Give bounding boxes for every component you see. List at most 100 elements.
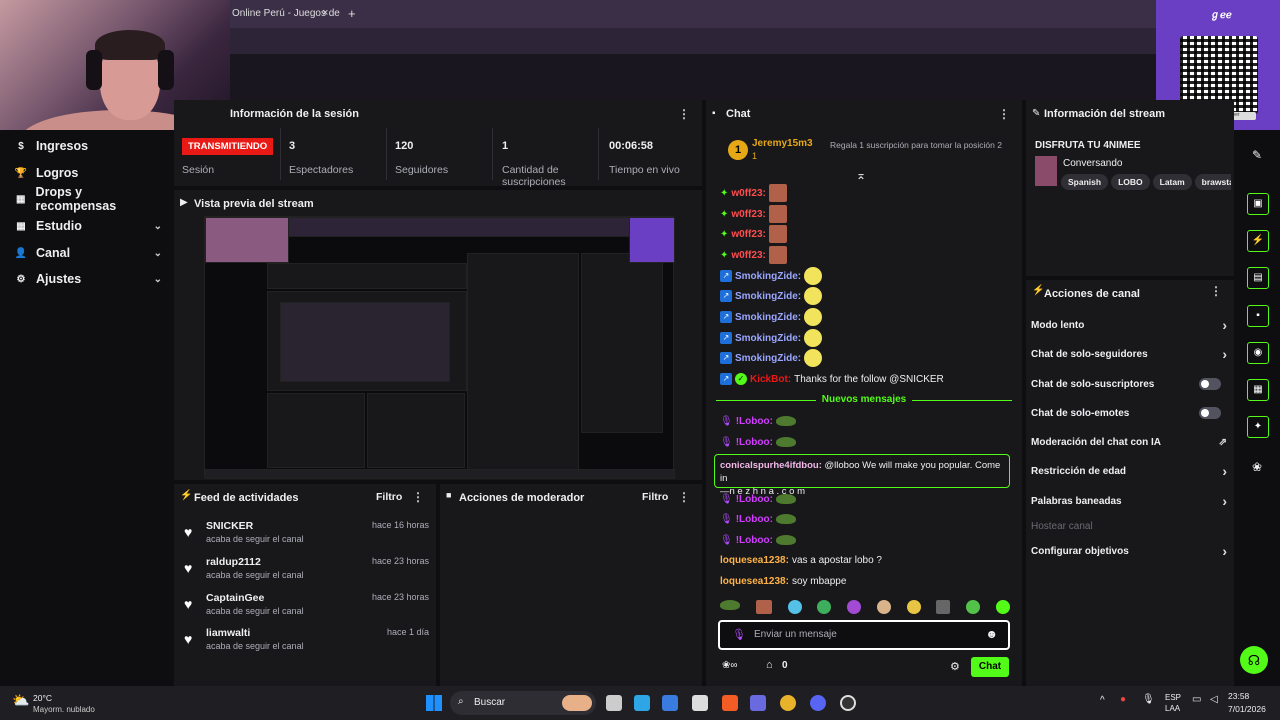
action-banned-words[interactable]: Palabras baneadas ›	[1031, 492, 1227, 510]
chevron-down-icon: ⌄	[153, 220, 162, 232]
chat-message: ✦ w0ff23:	[720, 205, 787, 223]
brave-icon[interactable]	[722, 695, 738, 711]
rail-button[interactable]: ▣	[1247, 193, 1269, 215]
sidebar-item-ajustes[interactable]: ⚙ Ajustes ⌄	[14, 268, 162, 290]
live-badge: TRANSMITIENDO	[182, 138, 274, 155]
action-subscribers-only[interactable]: Chat de solo-suscriptores	[1031, 375, 1227, 393]
action-age-restriction[interactable]: Restricción de edad ›	[1031, 462, 1227, 480]
sidebar-item-estudio[interactable]: ▦ Estudio ⌄	[14, 215, 162, 237]
chat-input[interactable]: 🎙 Enviar un mensaje ☻	[718, 620, 1010, 650]
sidebar-item-drops[interactable]: ▦ Drops y recompensas	[14, 185, 162, 213]
lang-primary[interactable]: ESP	[1165, 693, 1181, 702]
files-icon[interactable]	[662, 695, 678, 711]
more-options-icon[interactable]: ⋮	[678, 107, 690, 121]
emote-bar[interactable]	[720, 600, 1010, 616]
more-options-icon[interactable]: ⋮	[412, 490, 424, 504]
gear-icon[interactable]: ⚙	[950, 660, 960, 673]
tray-app-icon[interactable]: ●	[1120, 694, 1126, 705]
search-icon: ⌕	[458, 696, 464, 707]
session-title: Información de la sesión	[230, 108, 359, 120]
moderator-panel: ■ Acciones de moderador Filtro ⋮	[440, 484, 702, 686]
chevron-down-icon: ⌄	[153, 273, 162, 285]
more-options-icon[interactable]: ⋮	[678, 490, 690, 504]
moderator-title: Acciones de moderador	[459, 492, 585, 504]
action-slow-mode[interactable]: Modo lento ›	[1031, 316, 1227, 334]
volume-icon[interactable]: ◁	[1210, 694, 1218, 705]
action-emotes-only[interactable]: Chat de solo-emotes	[1031, 404, 1227, 422]
tray-chevron-icon[interactable]: ^	[1100, 695, 1105, 706]
toggle-switch[interactable]	[1199, 407, 1221, 419]
collapse-icon[interactable]: ⌅	[856, 168, 866, 182]
more-options-icon[interactable]: ⋮	[1210, 284, 1222, 298]
clock-date[interactable]: 7/01/2026	[1228, 704, 1266, 714]
edge-icon[interactable]	[634, 695, 650, 711]
toggle-switch[interactable]	[1199, 378, 1221, 390]
rail-button[interactable]: ▤	[1247, 267, 1269, 289]
support-button[interactable]: ☊	[1240, 646, 1268, 674]
action-followers-only[interactable]: Chat de solo-seguidores ›	[1031, 345, 1227, 363]
windows-start-icon[interactable]	[426, 695, 442, 711]
session-label: Sesión	[182, 164, 215, 176]
shop-icon[interactable]: ⌂	[766, 659, 773, 671]
stat-uptime: 00:06:58 Tiempo en vivo	[609, 140, 680, 176]
rail-button[interactable]: ▪	[1247, 305, 1269, 327]
rank-badge: 1	[728, 140, 748, 160]
feed-title: Feed de actividades	[194, 492, 299, 504]
sidebar-item-label: Drops y recompensas	[35, 185, 117, 213]
pinned-user[interactable]: Jeremy15m3	[752, 138, 813, 149]
chat-message: loquesea1238: soy mbappe	[720, 575, 847, 587]
session-panel: Información de la sesión ⋮ TRANSMITIENDO…	[174, 100, 702, 188]
action-goals[interactable]: Configurar objetivos ›	[1031, 542, 1227, 560]
rail-button[interactable]: ⚡	[1247, 230, 1269, 252]
moderator-filter-button[interactable]: Filtro	[642, 491, 668, 503]
chat-message: ✦ w0ff23:	[720, 246, 787, 264]
sidebar-item-logros[interactable]: 🏆 Logros	[14, 162, 162, 184]
store-icon[interactable]	[692, 695, 708, 711]
stream-preview-video[interactable]	[204, 216, 675, 479]
chat-message: ↗ SmokingZide:	[720, 287, 823, 305]
calculator-icon[interactable]	[750, 695, 766, 711]
mic-icon: 🎙	[732, 629, 746, 641]
sidebar-item-canal[interactable]: 👤 Canal ⌄	[14, 242, 162, 264]
emoji-icon[interactable]: ☻	[985, 627, 998, 641]
heart-icon: ♥	[184, 560, 193, 576]
mic-icon[interactable]: 🎙	[1142, 694, 1155, 705]
points-count: 0	[782, 660, 788, 671]
channel-actions-title: Acciones de canal	[1044, 288, 1140, 300]
rail-button[interactable]: ▦	[1247, 379, 1269, 401]
chevron-right-icon: ›	[1222, 543, 1227, 559]
stream-info-title: Información del stream	[1044, 108, 1166, 120]
category-name[interactable]: Conversando	[1063, 158, 1122, 169]
rail-button[interactable]: ✦	[1247, 416, 1269, 438]
rail-button[interactable]: ◉	[1247, 342, 1269, 364]
list-item: ♥ liamwalti acaba de seguir el canal hace 1…	[184, 627, 429, 651]
action-ai-moderation[interactable]: Moderación del chat con IA ⇗	[1031, 433, 1227, 451]
activity-feed-panel: ⚡ Feed de actividades Filtro ⋮ ♥ SNICKER a…	[174, 484, 436, 686]
new-tab-button[interactable]: +	[348, 6, 356, 21]
gift-icon[interactable]: ❀∞	[722, 660, 738, 671]
sidebar-item-label: Ingresos	[36, 139, 89, 153]
network-icon[interactable]: ▭	[1192, 694, 1201, 705]
more-options-icon[interactable]: ⋮	[998, 107, 1010, 121]
weather-temp: 20°C	[33, 693, 52, 703]
chrome-icon[interactable]	[780, 695, 796, 711]
heart-icon: ♥	[184, 631, 193, 647]
sidebar-item-ingresos[interactable]: $ Ingresos	[14, 135, 162, 157]
tab-close-icon[interactable]: ×	[322, 7, 328, 19]
sidebar-item-label: Estudio	[36, 219, 82, 233]
feed-filter-button[interactable]: Filtro	[376, 491, 402, 503]
lang-secondary[interactable]: LAA	[1165, 704, 1180, 713]
clock-time[interactable]: 23:58	[1228, 691, 1249, 701]
bolt-icon: ⚡	[180, 490, 193, 501]
taskbar-search[interactable]: ⌕ Buscar	[450, 691, 596, 715]
pencil-icon[interactable]: ✎	[1252, 148, 1262, 162]
gift-icon[interactable]: ❀	[1252, 460, 1262, 474]
weather-icon: ⛅	[12, 692, 30, 708]
taskview-icon[interactable]	[606, 695, 622, 711]
steam-icon[interactable]	[840, 695, 856, 711]
gear-icon: ⚙	[16, 273, 26, 285]
discord-icon[interactable]	[810, 695, 826, 711]
taskbar: ⛅ 20°C Mayorm. nublado ⌕ Buscar ^ ● 🎙 ES…	[0, 686, 1280, 720]
chat-message: ✦ w0ff23:	[720, 184, 787, 202]
send-chat-button[interactable]: Chat	[971, 657, 1009, 677]
